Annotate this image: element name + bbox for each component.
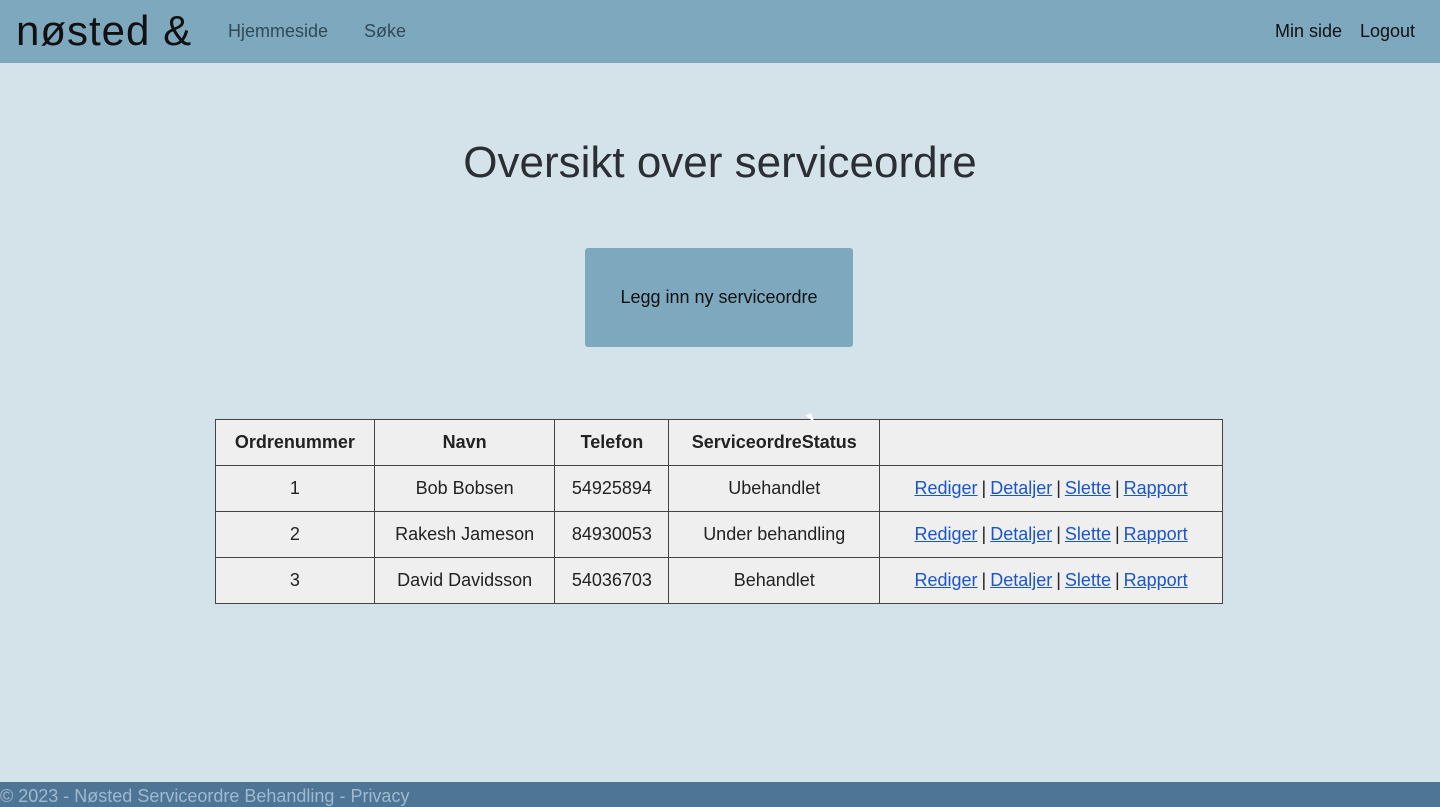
cell-navn: Rakesh Jameson: [373, 511, 556, 558]
action-link-slette[interactable]: Slette: [1065, 524, 1111, 544]
action-separator: |: [1056, 524, 1061, 544]
action-link-detaljer[interactable]: Detaljer: [990, 570, 1052, 590]
cell-telefon: 54036703: [554, 557, 670, 604]
cell-actions: Rediger | Detaljer | Slette | Rapport: [879, 557, 1223, 604]
action-separator: |: [1114, 478, 1120, 498]
cell-status: Under behandling: [668, 511, 881, 558]
action-link-slette[interactable]: Slette: [1065, 478, 1111, 498]
nav-link-min-side[interactable]: Min side: [1275, 21, 1342, 42]
cell-telefon: 84930053: [554, 511, 670, 558]
action-link-rapport[interactable]: Rapport: [1124, 570, 1188, 590]
cell-status: Ubehandlet: [668, 465, 881, 512]
header-actions: [879, 419, 1223, 466]
header-status: ServiceordreStatus: [668, 419, 881, 466]
privacy-link[interactable]: Privacy: [350, 786, 409, 806]
header-navn: Navn: [373, 419, 556, 466]
cell-actions: Rediger | Detaljer | Slette | Rapport: [879, 465, 1223, 512]
header-ordrenummer: Ordrenummer: [215, 419, 375, 466]
table-row: 3 David Davidsson 54036703 Behandlet Rediger…: [215, 557, 1223, 604]
action-link-rapport[interactable]: Rapport: [1124, 524, 1188, 544]
action-link-detaljer[interactable]: Detaljer: [990, 524, 1052, 544]
table-row: 2 Rakesh Jameson 84930053 Under behandling R…: [215, 511, 1223, 558]
footer-text: © 2023 - Nøsted Serviceordre Behandling …: [0, 786, 351, 806]
action-separator: |: [1114, 524, 1120, 544]
action-separator: |: [1056, 570, 1061, 590]
cell-ordrenummer: 2: [215, 511, 375, 558]
action-link-rediger[interactable]: Rediger: [914, 478, 977, 498]
action-separator: |: [1056, 478, 1061, 498]
action-separator: |: [981, 570, 987, 590]
page-title: Oversikt over serviceordre: [463, 138, 977, 187]
table-row: 1 Bob Bobsen 54925894 Ubehandlet Rediger | Det…: [215, 465, 1223, 512]
cell-telefon: 54925894: [554, 465, 670, 512]
cell-actions: Rediger | Detaljer | Slette | Rapport: [879, 511, 1223, 558]
nav-link-soke[interactable]: Søke: [364, 21, 406, 42]
action-link-rediger[interactable]: Rediger: [914, 524, 977, 544]
action-link-slette[interactable]: Slette: [1065, 570, 1111, 590]
action-link-rediger[interactable]: Rediger: [914, 570, 977, 590]
action-link-rapport[interactable]: Rapport: [1124, 478, 1188, 498]
cell-ordrenummer: 1: [215, 465, 375, 512]
header-telefon: Telefon: [554, 419, 670, 466]
cell-navn: Bob Bobsen: [373, 465, 556, 512]
serviceorder-table: Ordrenummer Navn Telefon ServiceordreSta…: [215, 419, 1223, 604]
cell-ordrenummer: 3: [215, 557, 375, 604]
action-separator: |: [981, 478, 987, 498]
brand-logo[interactable]: nøsted &: [16, 8, 192, 54]
table-header-row: Ordrenummer Navn Telefon ServiceordreSta…: [215, 419, 1223, 466]
nav-link-hjemmeside[interactable]: Hjemmeside: [228, 21, 328, 42]
action-separator: |: [1114, 570, 1120, 590]
nav-link-logout[interactable]: Logout: [1360, 21, 1415, 42]
action-link-detaljer[interactable]: Detaljer: [990, 478, 1052, 498]
action-separator: |: [981, 524, 987, 544]
footer: © 2023 - Nøsted Serviceordre Behandling …: [0, 782, 1440, 807]
navbar: nøsted & Hjemmeside Søke Min side Logout: [0, 0, 1440, 63]
cell-status: Behandlet: [668, 557, 881, 604]
new-serviceorder-button[interactable]: Legg inn ny serviceordre: [585, 248, 853, 347]
cell-navn: David Davidsson: [373, 557, 556, 604]
